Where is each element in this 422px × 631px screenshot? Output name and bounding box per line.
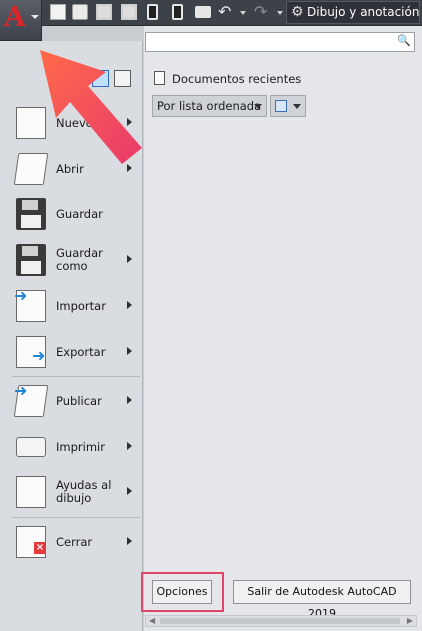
sort-order-dropdown[interactable]: Por lista ordenada [152, 95, 267, 117]
redo-icon[interactable]: ↷ [254, 2, 267, 22]
menu-item-label: Guardar como [56, 246, 103, 273]
quick-access-toolbar: ↶ ↷ ⚙ Dibujo y anotación [0, 0, 422, 26]
upload-device-icon[interactable] [147, 4, 158, 20]
chevron-right-icon [127, 347, 132, 355]
recent-documents-title: Documentos recientes [172, 72, 302, 86]
sort-order-label: Por lista ordenada [157, 99, 262, 113]
menu-item-label: Publicar [56, 394, 102, 408]
chevron-right-icon [127, 118, 132, 126]
download-device-icon[interactable] [172, 4, 183, 20]
open-folder-icon[interactable] [72, 4, 88, 20]
close-icon: × [34, 542, 46, 554]
menu-item-publish[interactable]: ➜ Publicar [12, 379, 140, 425]
menu-item-save[interactable]: Guardar [12, 192, 140, 238]
menu-item-label: Imprimir [56, 440, 105, 454]
scroll-right-icon[interactable]: ▶ [407, 616, 413, 626]
arrow-right-icon: ➜ [32, 346, 46, 365]
scroll-left-icon[interactable]: ◀ [149, 616, 155, 626]
menu-item-close[interactable]: × Cerrar [12, 520, 140, 566]
undo-icon[interactable]: ↶ [218, 2, 231, 22]
workspace-selector[interactable]: ⚙ Dibujo y anotación [286, 1, 420, 24]
menu-item-label: Guardar [56, 207, 103, 221]
menu-separator [12, 376, 140, 377]
search-input[interactable] [149, 34, 399, 50]
save-icon[interactable] [96, 4, 112, 20]
search-icon[interactable]: 🔍 [397, 34, 411, 47]
menu-item-print[interactable]: Imprimir [12, 425, 140, 471]
exit-autocad-button[interactable]: Salir de Autodesk AutoCAD 2019 [233, 580, 411, 620]
menu-item-label: Cerrar [56, 535, 93, 549]
view-icons-icon [275, 100, 287, 112]
arrow-right-icon: ➜ [14, 381, 28, 400]
chevron-down-icon [254, 104, 262, 109]
menu-item-label: Nuevo [56, 116, 93, 130]
menu-item-new[interactable]: Nuevo [12, 101, 140, 147]
menu-item-import[interactable]: ➜ Importar [12, 284, 140, 330]
menu-item-label: Importar [56, 299, 106, 313]
menu-item-label: Abrir [56, 162, 84, 176]
workspace-label: Dibujo y anotación [307, 5, 420, 19]
new-document-icon [16, 107, 46, 139]
arrow-right-icon: ➜ [14, 286, 28, 305]
recent-documents-icon[interactable] [92, 70, 109, 87]
save-as-icon [16, 244, 46, 276]
scrollbar-thumb[interactable] [160, 618, 400, 624]
view-mode-dropdown[interactable] [270, 95, 306, 117]
wrench-icon [16, 476, 46, 508]
open-documents-icon[interactable] [114, 70, 131, 87]
menu-item-save-as[interactable]: Guardar como [12, 238, 140, 284]
print-icon[interactable] [195, 6, 211, 18]
chevron-right-icon [127, 487, 132, 495]
menu-item-export[interactable]: ➜ Exportar [12, 330, 140, 376]
chevron-right-icon [127, 301, 132, 309]
menu-item-open[interactable]: Abrir [12, 147, 140, 193]
gear-icon: ⚙ [291, 4, 304, 20]
menu-item-label: Ayudas al dibujo [56, 478, 112, 505]
menu-item-drawing-aids[interactable]: Ayudas al dibujo [12, 470, 140, 516]
chevron-down-icon [293, 104, 301, 109]
save-as-icon[interactable] [121, 4, 137, 20]
recent-documents-icon [154, 71, 165, 85]
application-menu-button[interactable]: A [0, 0, 42, 41]
chevron-down-icon [31, 15, 39, 19]
menu-item-label: Exportar [56, 345, 106, 359]
redo-dropdown-icon[interactable] [277, 11, 283, 15]
chevron-right-icon [127, 396, 132, 404]
horizontal-scrollbar[interactable]: ◀ ▶ [145, 615, 417, 627]
open-folder-icon [13, 153, 49, 185]
new-file-icon[interactable] [50, 4, 66, 20]
chevron-right-icon [127, 164, 132, 172]
chevron-right-icon [127, 255, 132, 263]
chevron-right-icon [127, 537, 132, 545]
chevron-right-icon [127, 442, 132, 450]
save-icon [16, 198, 46, 230]
options-highlight-box [141, 572, 224, 612]
undo-dropdown-icon[interactable] [240, 11, 246, 15]
search-box[interactable]: 🔍 [145, 32, 415, 52]
printer-icon [16, 437, 46, 457]
autocad-logo-icon: A [4, 0, 26, 33]
menu-separator [12, 517, 140, 518]
